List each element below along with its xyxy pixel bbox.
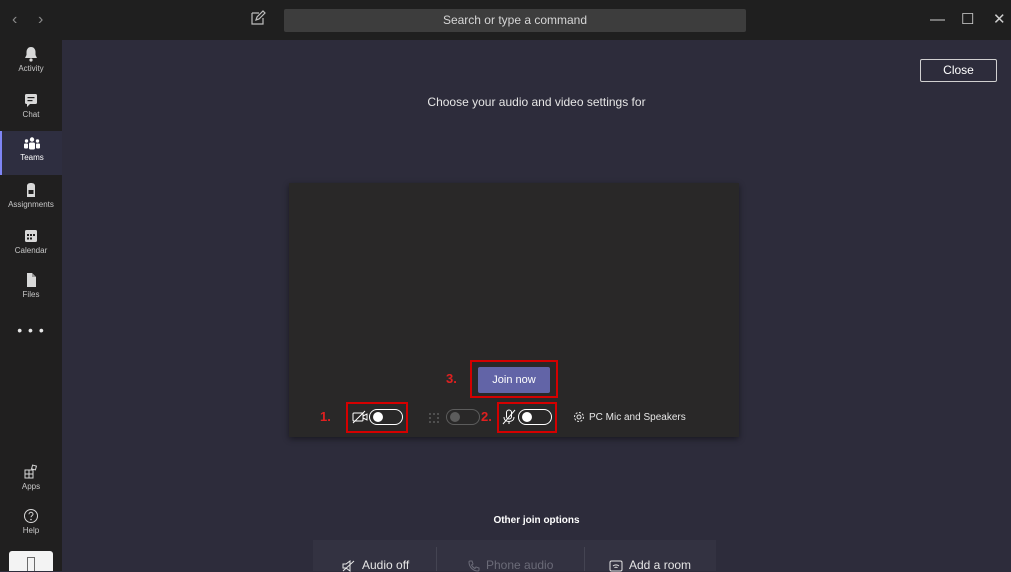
rail-item-teams[interactable]: Teams: [0, 131, 62, 175]
camera-toggle[interactable]: [369, 409, 403, 425]
background-blur-toggle[interactable]: [446, 409, 480, 425]
page-title: Choose your audio and video settings for: [427, 95, 646, 109]
add-room-label: Add a room: [629, 558, 692, 572]
bell-icon: [0, 46, 62, 62]
rail-item-assignments[interactable]: Assignments: [0, 182, 62, 226]
toggle-knob: [522, 412, 532, 422]
title-bar: ‹ › Search or type a command — ☐ ✕: [0, 0, 1011, 40]
rail-item-label: Activity: [18, 64, 44, 73]
file-icon: [0, 272, 62, 288]
forward-button[interactable]: ›: [38, 10, 43, 30]
rail-item-help[interactable]: Help: [0, 508, 62, 552]
help-icon: [0, 508, 62, 524]
rail-item-label: Chat: [22, 110, 40, 119]
search-input[interactable]: Search or type a command: [284, 9, 746, 32]
app-rail: Activity Chat Teams Assignments Calendar…: [0, 40, 62, 571]
calendar-icon: [0, 228, 62, 244]
back-button[interactable]: ‹: [12, 10, 17, 30]
background-blur-icon: [427, 411, 441, 430]
rail-item-label: Assignments: [8, 200, 54, 209]
phone-audio-label: Phone audio: [486, 558, 554, 572]
rail-item-activity[interactable]: Activity: [0, 46, 62, 90]
microphone-off-icon: [502, 409, 516, 430]
rail-item-apps[interactable]: Apps: [0, 464, 62, 508]
audio-off-option[interactable]: Audio off: [342, 558, 409, 572]
more-apps-button[interactable]: • • •: [0, 322, 62, 338]
add-room-option[interactable]: Add a room: [609, 558, 691, 572]
maximize-button[interactable]: ☐: [961, 10, 974, 30]
divider: [436, 547, 437, 571]
rail-item-label: Teams: [20, 153, 44, 162]
speaker-off-icon: [342, 558, 362, 572]
gear-icon: [573, 412, 589, 423]
join-now-button[interactable]: Join now: [478, 367, 550, 393]
phone-icon: [468, 558, 486, 572]
phone-audio-option[interactable]: Phone audio: [468, 558, 553, 572]
rail-item-label: Help: [22, 526, 40, 535]
device-status-panel[interactable]: [9, 551, 53, 571]
room-device-icon: [609, 558, 629, 572]
minimize-button[interactable]: —: [930, 10, 945, 30]
camera-off-icon: [352, 410, 368, 429]
rail-item-files[interactable]: Files: [0, 272, 62, 316]
rail-item-chat[interactable]: Chat: [0, 92, 62, 136]
rail-item-label: Calendar: [14, 246, 48, 255]
chat-icon: [0, 92, 62, 108]
rail-item-label: Files: [22, 290, 40, 299]
step-label-2: 2.: [481, 409, 492, 424]
compose-icon[interactable]: [250, 10, 270, 30]
microphone-toggle[interactable]: [518, 409, 552, 425]
audio-device-selector[interactable]: PC Mic and Speakers: [573, 411, 686, 425]
step-label-1: 1.: [320, 409, 331, 424]
teams-icon: [2, 131, 62, 151]
close-button[interactable]: Close: [920, 59, 997, 82]
audio-device-label: PC Mic and Speakers: [589, 412, 686, 423]
backpack-icon: [0, 182, 62, 198]
rail-item-calendar[interactable]: Calendar: [0, 228, 62, 272]
step-label-3: 3.: [446, 371, 457, 386]
divider: [584, 547, 585, 571]
rail-item-label: Apps: [21, 482, 41, 491]
phone-icon: [27, 557, 35, 571]
video-preview: [289, 183, 739, 437]
apps-icon: [0, 464, 62, 480]
toggle-knob: [373, 412, 383, 422]
other-join-options-title: Other join options: [493, 515, 580, 526]
audio-off-label: Audio off: [362, 558, 410, 572]
toggle-knob: [450, 412, 460, 422]
window-close-button[interactable]: ✕: [993, 10, 1006, 30]
